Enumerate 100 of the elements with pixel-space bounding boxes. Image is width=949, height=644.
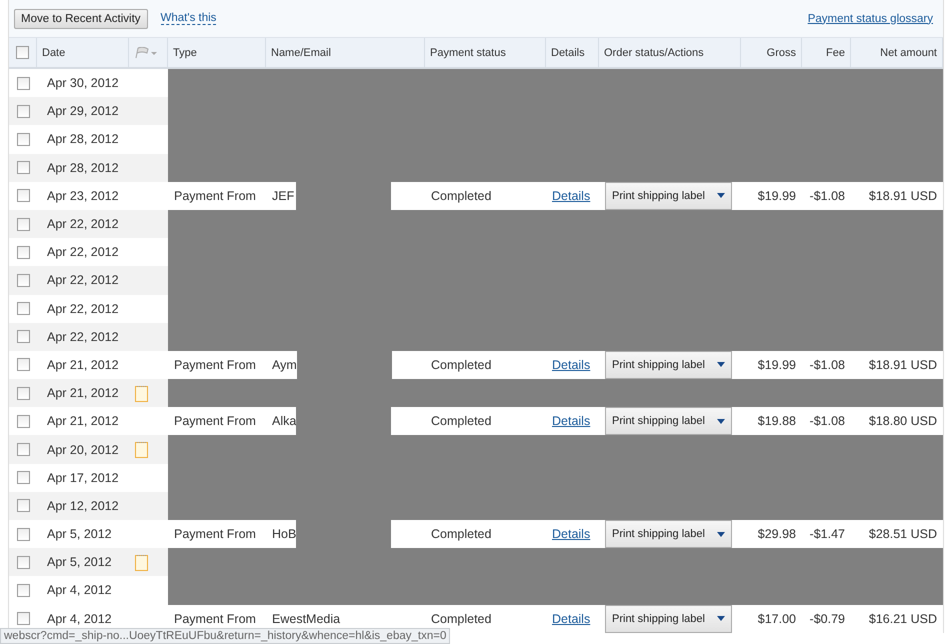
row-checkbox[interactable] <box>16 471 30 484</box>
column-header: Gross <box>741 38 802 67</box>
column-header: Details <box>546 38 599 67</box>
column-header[interactable]: Date <box>37 38 129 67</box>
row-checkbox[interactable] <box>16 386 30 400</box>
move-to-recent-activity-button[interactable]: Move to Recent Activity <box>14 8 148 28</box>
net-amount-cell-text: $18.80 USD <box>868 413 938 430</box>
date-cell-text: Apr 4, 2012 <box>46 610 113 628</box>
flag-filter-icon[interactable] <box>134 46 158 58</box>
details-link[interactable]: Details <box>552 527 590 542</box>
row-checkbox[interactable] <box>16 189 30 202</box>
row-checkbox[interactable] <box>16 132 30 146</box>
note-icon[interactable] <box>135 441 148 458</box>
gross-cell-text: $19.99 <box>756 356 797 374</box>
column-header: Net amount <box>851 38 943 67</box>
date-cell-text: Apr 21, 2012 <box>46 385 120 402</box>
date-cell-text: Apr 22, 2012 <box>46 216 120 234</box>
column-header: Type <box>168 38 266 67</box>
status-bar-url: webscr?cmd=_ship-no...UoeyTtREuUFbu&return=_history&whence=hl&is_ebay_txn=0 <box>0 628 450 644</box>
date-cell-text: Apr 28, 2012 <box>46 131 120 148</box>
print-shipping-label-dropdown[interactable]: Print shipping label <box>605 520 732 548</box>
date-cell-text: Apr 22, 2012 <box>46 300 120 318</box>
row-checkbox[interactable] <box>16 218 30 231</box>
print-shipping-label-dropdown[interactable]: Print shipping label <box>605 182 732 210</box>
fee-cell-text: -$0.79 <box>808 610 846 628</box>
net-amount-cell-text: $18.91 USD <box>868 356 938 374</box>
date-cell-text: Apr 28, 2012 <box>46 160 120 177</box>
payment-status-cell-text: Completed <box>430 356 492 374</box>
date-cell-text: Apr 4, 2012 <box>46 582 113 600</box>
fee-cell-text: -$1.08 <box>808 413 846 430</box>
row-checkbox[interactable] <box>16 556 30 569</box>
date-cell-text: Apr 21, 2012 <box>46 413 120 430</box>
details-link[interactable]: Details <box>552 414 590 428</box>
dropdown-caret-icon <box>716 193 725 198</box>
date-cell-text: Apr 22, 2012 <box>46 328 120 346</box>
row-checkbox[interactable] <box>16 161 30 174</box>
date-cell-text: Apr 17, 2012 <box>46 470 120 487</box>
type-cell-text: Payment From <box>173 526 257 544</box>
name-cell: Aym <box>272 358 297 372</box>
print-shipping-label-dropdown[interactable]: Print shipping label <box>605 350 732 379</box>
note-icon[interactable] <box>135 554 148 571</box>
row-checkbox[interactable] <box>16 612 30 626</box>
date-cell-text: Apr 21, 2012 <box>46 356 120 374</box>
print-shipping-label-dropdown[interactable]: Print shipping label <box>605 407 732 436</box>
row-checkbox[interactable] <box>16 528 30 541</box>
date-cell-text: Apr 30, 2012 <box>46 75 120 92</box>
payment-status-cell-text: Completed <box>430 526 492 544</box>
column-header: Name/Email <box>266 38 425 67</box>
date-cell-text: Apr 29, 2012 <box>46 103 120 120</box>
row-checkbox[interactable] <box>16 584 30 597</box>
gross-cell-text: $17.00 <box>756 610 797 628</box>
row-checkbox[interactable] <box>16 274 30 287</box>
note-icon[interactable] <box>135 384 148 402</box>
dropdown-caret-icon <box>716 362 725 368</box>
type-cell-text: Payment From <box>173 413 257 430</box>
details-link[interactable]: Details <box>552 358 590 372</box>
payment-status-glossary-link[interactable]: Payment status glossary <box>808 12 933 24</box>
row-checkbox[interactable] <box>16 302 30 316</box>
fee-cell-text: -$1.08 <box>808 356 846 374</box>
dropdown-caret-icon <box>716 616 725 622</box>
row-checkbox[interactable] <box>16 330 30 344</box>
row-checkbox[interactable] <box>16 443 30 456</box>
date-cell-text: Apr 23, 2012 <box>46 188 120 205</box>
date-cell-text: Apr 5, 2012 <box>46 554 113 572</box>
net-amount-cell-text: $18.91 USD <box>868 188 938 205</box>
gross-cell-text: $19.88 <box>756 413 797 430</box>
dropdown-caret-icon <box>716 418 725 424</box>
details-link[interactable]: Details <box>552 612 590 626</box>
net-amount-cell-text: $16.21 USD <box>868 610 938 628</box>
row-checkbox[interactable] <box>16 76 30 90</box>
print-shipping-label-dropdown[interactable]: Print shipping label <box>605 604 732 633</box>
name-cell-text: JEF <box>272 188 296 203</box>
row-checkbox[interactable] <box>16 104 30 118</box>
date-cell-text: Apr 12, 2012 <box>46 498 120 515</box>
row-checkbox[interactable] <box>16 246 30 259</box>
type-cell-text: Payment From <box>173 610 257 628</box>
row-checkbox[interactable] <box>16 358 30 372</box>
column-header: Order status/Actions <box>599 38 741 67</box>
name-cell: Alka <box>272 414 296 428</box>
payment-status-cell-text: Completed <box>430 413 492 430</box>
fee-cell-text: -$1.47 <box>808 526 846 544</box>
type-cell-text: Payment From <box>173 356 257 374</box>
date-cell-text: Apr 22, 2012 <box>46 244 120 262</box>
fee-cell-text: -$1.08 <box>808 188 846 205</box>
whats-this-link[interactable]: What's this <box>160 12 216 25</box>
name-cell: EwestMedia <box>272 612 340 626</box>
date-cell-text: Apr 20, 2012 <box>46 442 120 459</box>
date-cell-text: Apr 5, 2012 <box>46 526 113 544</box>
name-cell: HoB <box>272 527 296 542</box>
net-amount-cell-text: $28.51 USD <box>868 526 938 544</box>
column-header: Payment status <box>425 38 546 67</box>
row-checkbox[interactable] <box>16 414 30 428</box>
gross-cell-text: $29.98 <box>756 526 797 544</box>
dropdown-caret-icon <box>716 532 725 537</box>
select-all-checkbox[interactable] <box>16 46 29 59</box>
gross-cell-text: $19.99 <box>756 188 797 205</box>
row-checkbox[interactable] <box>16 499 30 512</box>
details-link[interactable]: Details <box>552 188 590 203</box>
payment-status-cell-text: Completed <box>430 188 492 205</box>
column-header: Fee <box>802 38 851 67</box>
